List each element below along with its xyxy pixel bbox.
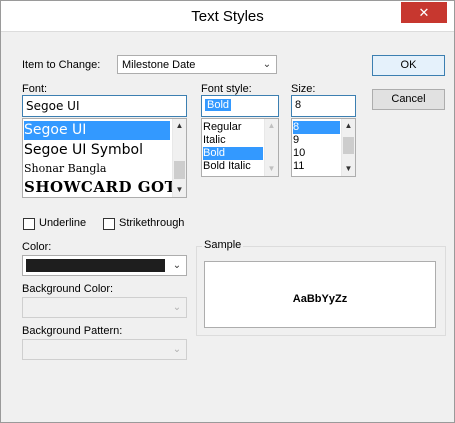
item-to-change-dropdown[interactable]: Milestone Date ⌄ [117,55,277,74]
font-style-list[interactable]: Regular Italic Bold Bold Italic ▲ ▼ [201,118,279,177]
font-style-list-item[interactable]: Italic [203,134,226,147]
font-style-input[interactable]: Bold [201,95,279,117]
chevron-down-icon: ⌄ [172,344,182,355]
scroll-thumb[interactable] [174,161,185,179]
cancel-button[interactable]: Cancel [372,89,445,110]
chevron-down-icon: ⌄ [172,302,182,313]
font-style-scrollbar: ▲ ▼ [264,119,278,176]
font-list-item[interactable]: Shonar Bangla [24,160,106,178]
strikethrough-label[interactable]: Strikethrough [119,217,184,229]
font-list-item[interactable]: SHOWCARD GOTHIC [24,177,186,197]
background-pattern-label: Background Pattern: [22,325,123,337]
background-color-label: Background Color: [22,283,114,295]
underline-checkbox[interactable] [23,218,35,230]
scroll-up-icon: ▲ [267,121,276,130]
size-list-item[interactable]: 8 [293,121,340,134]
sample-preview: AaBbYyZz [204,261,436,328]
background-pattern-dropdown: ⌄ [22,339,187,360]
font-style-input-value: Bold [205,99,232,111]
font-label: Font: [22,83,48,95]
color-swatch [26,259,165,272]
color-label: Color: [22,241,52,253]
scroll-thumb[interactable] [343,137,354,154]
background-color-dropdown: ⌄ [22,297,187,318]
item-to-change-value: Milestone Date [122,59,196,71]
scroll-down-icon[interactable]: ▼ [342,163,355,175]
chevron-down-icon: ⌄ [172,260,182,271]
close-button[interactable]: ✕ [401,2,447,23]
font-style-list-item[interactable]: Bold [203,147,263,160]
color-dropdown[interactable]: ⌄ [22,255,187,276]
font-list[interactable]: Segoe UI Segoe UI Symbol Shonar Bangla S… [22,118,187,198]
font-style-list-item[interactable]: Regular [203,121,242,134]
scroll-up-icon[interactable]: ▲ [173,120,186,132]
size-list-scrollbar[interactable]: ▲ ▼ [341,119,355,176]
sample-label: Sample [202,239,244,251]
strikethrough-checkbox[interactable] [103,218,115,230]
size-label: Size: [291,83,316,95]
text-styles-dialog: Text Styles ✕ Item to Change: Milestone … [0,0,455,423]
chevron-down-icon: ⌄ [262,59,272,70]
font-list-item[interactable]: Segoe UI Symbol [24,141,143,160]
scroll-down-icon: ▼ [267,164,276,173]
close-icon: ✕ [418,5,430,20]
font-style-label: Font style: [201,83,252,95]
underline-label[interactable]: Underline [39,217,86,229]
size-list-item[interactable]: 9 [293,134,299,147]
scroll-up-icon[interactable]: ▲ [342,120,355,132]
dialog-title: Text Styles [191,8,264,25]
size-input[interactable]: 8 [291,95,356,117]
size-list[interactable]: 8 9 10 11 ▲ ▼ [291,118,356,177]
font-list-scrollbar[interactable]: ▲ ▼ [172,119,186,197]
size-list-item[interactable]: 11 [293,160,304,173]
size-input-value: 8 [295,99,302,111]
font-input[interactable]: Segoe UI [22,95,187,117]
sample-text: AaBbYyZz [292,293,348,305]
font-list-item[interactable]: Segoe UI [24,121,170,140]
title-bar: Text Styles ✕ [1,1,454,32]
font-style-list-item[interactable]: Bold Italic [203,160,251,173]
scroll-down-icon[interactable]: ▼ [173,184,186,196]
ok-button[interactable]: OK [372,55,445,76]
size-list-item[interactable]: 10 [293,147,305,160]
font-input-value: Segoe UI [26,99,80,113]
item-to-change-label: Item to Change: [22,59,101,71]
